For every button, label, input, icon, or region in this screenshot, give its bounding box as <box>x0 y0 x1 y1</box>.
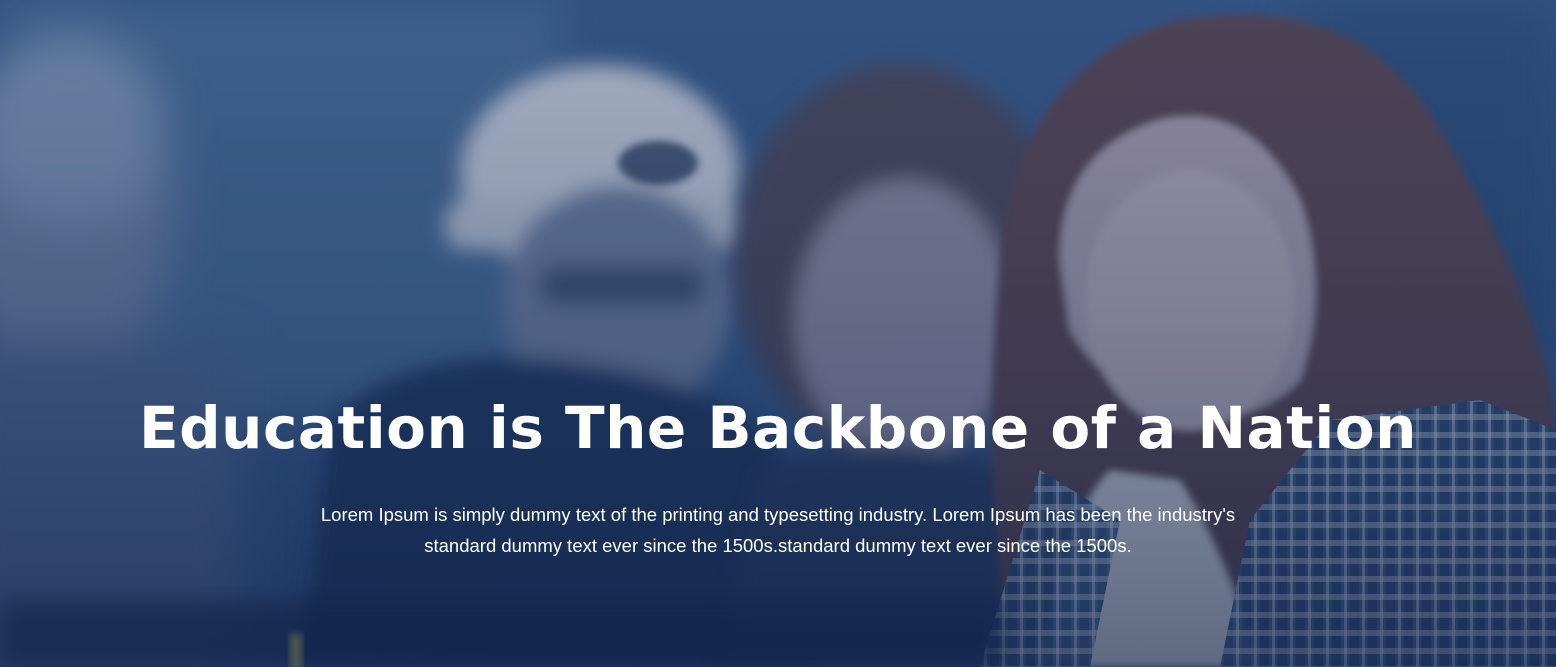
hero-color-overlay <box>0 0 1556 667</box>
hero-title: Education is The Backbone of a Nation <box>139 394 1417 462</box>
hero-banner: Education is The Backbone of a Nation Lo… <box>0 0 1556 667</box>
hero-content: Education is The Backbone of a Nation Lo… <box>0 385 1556 561</box>
hero-subtitle: Lorem Ipsum is simply dummy text of the … <box>320 504 1236 556</box>
